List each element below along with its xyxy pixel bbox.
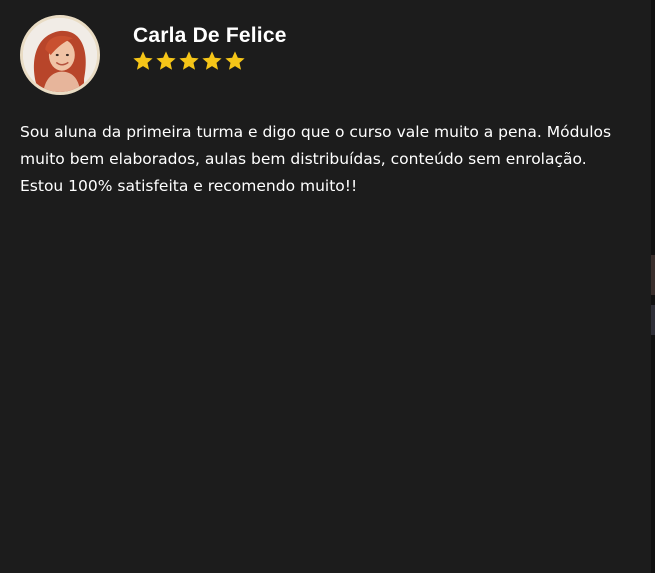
review-text: Sou aluna da primeira turma e digo que o… <box>20 123 612 195</box>
star-icon <box>156 51 176 70</box>
star-icon <box>179 51 199 70</box>
avatar <box>20 15 100 95</box>
star-rating <box>132 50 246 72</box>
avatar-photo-icon <box>23 18 97 92</box>
scroll-edge <box>651 0 655 573</box>
reviewer-name: Carla De Felice <box>133 24 287 47</box>
review-card: Carla De Felice Sou aluna da primeira tu… <box>0 0 655 573</box>
star-icon <box>202 51 222 70</box>
star-icon <box>133 51 153 70</box>
star-icon <box>225 51 245 70</box>
